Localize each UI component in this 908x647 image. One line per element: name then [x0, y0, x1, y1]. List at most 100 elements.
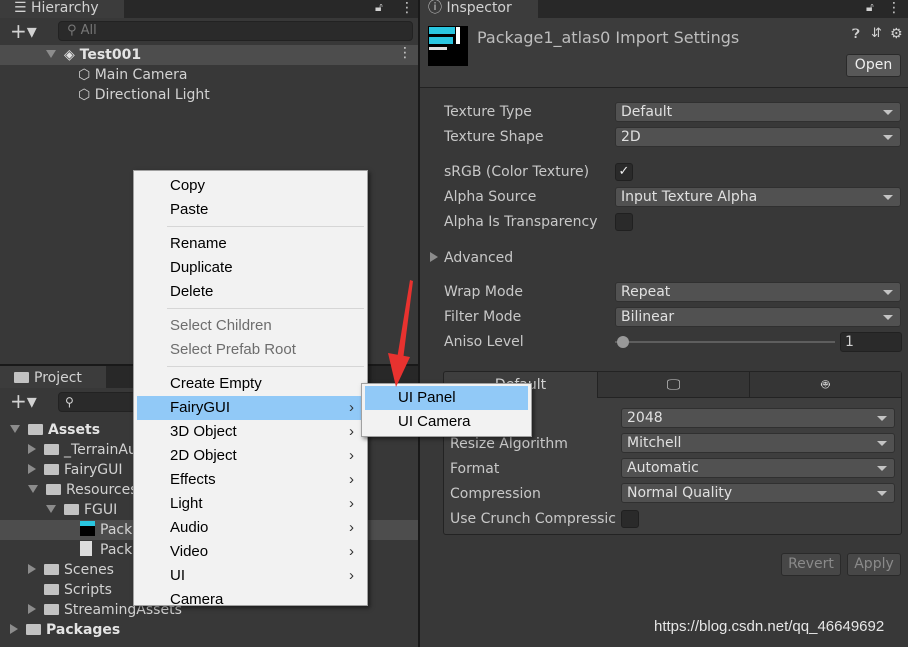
advanced-foldout[interactable]: Advanced [430, 248, 513, 268]
menu-separator [167, 226, 364, 227]
tree-item[interactable]: FGUI [46, 500, 117, 520]
search-icon: ⚲ [65, 395, 74, 409]
menu-item-select-prefab-root[interactable]: Select Prefab Root [137, 338, 364, 362]
texture-type-label: Texture Type [444, 104, 532, 120]
tree-item[interactable]: Scenes [28, 560, 114, 580]
alpha-transparency-checkbox[interactable] [615, 213, 633, 231]
more-icon[interactable]: ⋮ [400, 0, 414, 16]
gear-icon[interactable]: ⚙ [890, 26, 903, 42]
menu-item-copy[interactable]: Copy [137, 174, 364, 198]
srgb-checkbox[interactable]: ✓ [615, 163, 633, 181]
texture-shape-dropdown[interactable]: 2D [615, 127, 901, 147]
menu-item-ui[interactable]: UI › [137, 564, 364, 588]
chevron-right-icon[interactable] [28, 444, 36, 454]
add-button[interactable]: +▾ [10, 390, 37, 412]
menu-item-create-empty[interactable]: Create Empty [137, 372, 364, 396]
menu-item-duplicate[interactable]: Duplicate [137, 256, 364, 280]
filter-mode-dropdown[interactable]: Bilinear [615, 307, 901, 327]
texture-shape-label: Texture Shape [444, 129, 544, 145]
red-arrow-annotation [388, 280, 413, 387]
menu-item-light[interactable]: Light › [137, 492, 364, 516]
chevron-right-icon[interactable] [28, 604, 36, 614]
preset-icon[interactable]: ⇵ [871, 26, 882, 41]
lock-icon[interactable]: 🔓︎ [866, 0, 874, 15]
tree-item[interactable]: Resources [28, 480, 138, 500]
file-icon [80, 541, 92, 556]
folder-icon [28, 424, 43, 435]
max-size-dropdown[interactable]: 2048 [621, 408, 895, 428]
wrap-mode-label: Wrap Mode [444, 284, 524, 300]
tab-hierarchy[interactable]: ☰ Hierarchy [0, 0, 124, 18]
menu-item-3d-object[interactable]: 3D Object › [137, 420, 364, 444]
tree-item[interactable]: Pack [64, 520, 132, 540]
folder-icon [14, 372, 29, 383]
chevron-right-icon[interactable] [28, 564, 36, 574]
scene-row[interactable]: ◈ Test001 [46, 45, 141, 65]
list-icon: ☰ [14, 0, 32, 16]
menu-separator [167, 308, 364, 309]
tree-item[interactable]: Pack [64, 540, 132, 560]
more-icon[interactable]: ⋮ [887, 0, 901, 16]
tree-item[interactable]: FairyGUI [28, 460, 123, 480]
aniso-slider[interactable] [615, 336, 835, 348]
resize-dropdown[interactable]: Mitchell [621, 433, 895, 453]
chevron-down-icon[interactable] [46, 505, 56, 513]
compression-label: Compression [450, 486, 541, 502]
folder-icon [64, 504, 79, 515]
menu-item-fairygui[interactable]: FairyGUI › [137, 396, 364, 420]
menu-item-video[interactable]: Video › [137, 540, 364, 564]
compression-dropdown[interactable]: Normal Quality [621, 483, 895, 503]
tree-item[interactable]: Scripts [28, 580, 112, 600]
filter-mode-label: Filter Mode [444, 309, 522, 325]
tab-standalone[interactable]: 🖵︎ [597, 372, 749, 398]
list-item[interactable]: ⬡ Main Camera [78, 65, 188, 85]
folder-icon [44, 444, 59, 455]
chevron-down-icon[interactable] [28, 485, 38, 493]
gameobject-icon: ⬡ [78, 67, 95, 83]
menu-item-rename[interactable]: Rename [137, 232, 364, 256]
chevron-down-icon[interactable] [10, 425, 20, 433]
aniso-input[interactable]: 1 [840, 332, 902, 352]
alpha-transparency-label: Alpha Is Transparency [444, 214, 598, 230]
menu-item-effects[interactable]: Effects › [137, 468, 364, 492]
slider-thumb[interactable] [617, 336, 629, 348]
lock-icon[interactable]: 🔓︎ [375, 0, 383, 15]
folder-icon [44, 564, 59, 575]
tab-project[interactable]: Project [0, 366, 106, 388]
monitor-icon: 🖵︎ [666, 377, 681, 393]
tree-item[interactable]: _TerrainAu [28, 440, 137, 460]
menu-item-select-children[interactable]: Select Children [137, 314, 364, 338]
add-button[interactable]: +▾ [10, 20, 37, 42]
chevron-right-icon[interactable] [10, 624, 18, 634]
menu-item-2d-object[interactable]: 2D Object › [137, 444, 364, 468]
aniso-label: Aniso Level [444, 334, 524, 350]
format-dropdown[interactable]: Automatic [621, 458, 895, 478]
chevron-right-icon: › [349, 447, 354, 464]
menu-item-camera[interactable]: Camera [137, 588, 364, 612]
search-input[interactable]: ⚲ All [58, 21, 413, 41]
info-icon: ⓘ [428, 0, 447, 16]
folder-icon [46, 484, 61, 495]
menu-item-paste[interactable]: Paste [137, 198, 364, 222]
apply-button[interactable]: Apply [847, 553, 901, 576]
open-button[interactable]: Open [846, 54, 901, 77]
list-item[interactable]: ⬡ Directional Light [78, 85, 210, 105]
chevron-right-icon: › [349, 471, 354, 488]
crunch-checkbox[interactable] [621, 510, 639, 528]
alpha-source-label: Alpha Source [444, 189, 537, 205]
revert-button[interactable]: Revert [781, 553, 841, 576]
tab-inspector[interactable]: ⓘ Inspector [420, 0, 538, 18]
scene-menu-icon[interactable]: ⋮ [398, 45, 412, 61]
wrap-mode-dropdown[interactable]: Repeat [615, 282, 901, 302]
chevron-right-icon[interactable] [28, 464, 36, 474]
tab-android[interactable]: 🤖︎ [749, 372, 901, 398]
texture-type-dropdown[interactable]: Default [615, 102, 901, 122]
help-icon[interactable]: ❓︎ [852, 27, 860, 42]
menu-item-ui-camera[interactable]: UI Camera [365, 410, 528, 434]
menu-item-audio[interactable]: Audio › [137, 516, 364, 540]
folder-icon [44, 464, 59, 475]
tree-item[interactable]: Packages [10, 620, 120, 640]
tree-item[interactable]: Assets [10, 420, 100, 440]
menu-item-delete[interactable]: Delete [137, 280, 364, 304]
alpha-source-dropdown[interactable]: Input Texture Alpha [615, 187, 901, 207]
